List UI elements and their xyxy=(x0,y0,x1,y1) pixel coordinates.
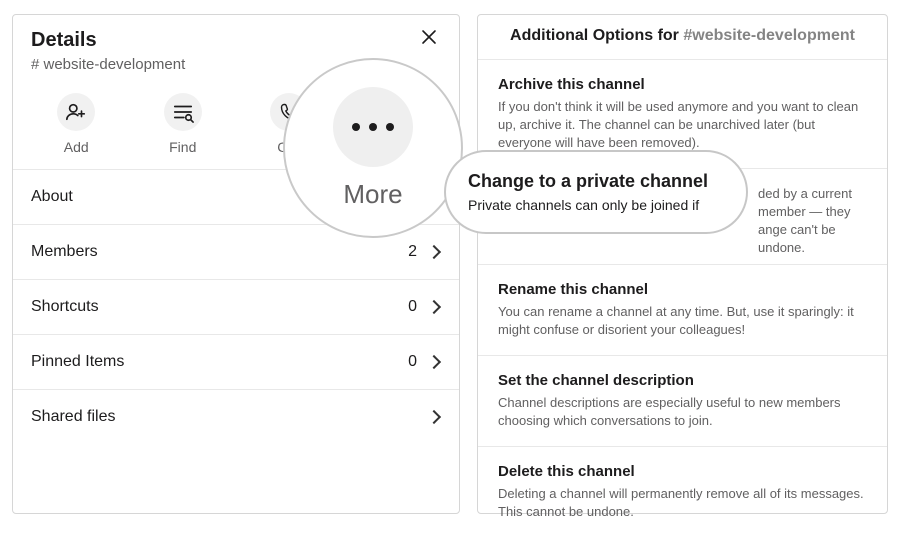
rename-desc: You can rename a channel at any time. Bu… xyxy=(498,303,867,339)
chevron-right-icon xyxy=(427,300,441,314)
pinned-count: 0 xyxy=(408,353,417,371)
more-magnifier: More xyxy=(283,58,463,238)
private-highlight: Change to a private channel Private chan… xyxy=(444,150,748,234)
add-label: Add xyxy=(64,139,89,155)
delete-title: Delete this channel xyxy=(498,463,867,480)
find-list-icon xyxy=(164,93,202,131)
private-highlight-title: Change to a private channel xyxy=(468,171,724,192)
delete-desc: Deleting a channel will permanently remo… xyxy=(498,485,867,521)
chevron-right-icon xyxy=(427,410,441,424)
chevron-right-icon xyxy=(427,245,441,259)
shortcuts-label: Shortcuts xyxy=(31,298,99,316)
setdesc-desc: Channel descriptions are especially usef… xyxy=(498,394,867,430)
row-pinned[interactable]: Pinned Items 0 xyxy=(13,335,459,390)
chevron-right-icon xyxy=(427,355,441,369)
shortcuts-count: 0 xyxy=(408,298,417,316)
add-button[interactable]: Add xyxy=(57,93,95,155)
ellipsis-icon xyxy=(333,87,413,167)
pinned-label: Pinned Items xyxy=(31,353,124,371)
about-label: About xyxy=(31,188,73,206)
row-shortcuts[interactable]: Shortcuts 0 xyxy=(13,280,459,335)
details-title: Details xyxy=(31,29,97,52)
members-label: Members xyxy=(31,243,98,261)
rename-title: Rename this channel xyxy=(498,281,867,298)
members-count: 2 xyxy=(408,243,417,261)
row-shared-files[interactable]: Shared files xyxy=(13,390,459,444)
archive-title: Archive this channel xyxy=(498,76,867,93)
close-icon[interactable] xyxy=(421,29,441,49)
option-rename[interactable]: Rename this channel You can rename a cha… xyxy=(478,265,887,356)
magnifier-label: More xyxy=(343,179,402,210)
find-label: Find xyxy=(169,139,196,155)
find-button[interactable]: Find xyxy=(164,93,202,155)
additional-options-panel: Additional Options for #website-developm… xyxy=(477,14,888,514)
shared-files-label: Shared files xyxy=(31,408,116,426)
canvas: Details # website-development Add Find xyxy=(0,0,900,525)
options-title: Additional Options for #website-developm… xyxy=(478,15,887,60)
setdesc-title: Set the channel description xyxy=(498,372,867,389)
details-title-row: Details xyxy=(31,29,441,52)
private-highlight-desc: Private channels can only be joined if xyxy=(468,196,724,214)
option-set-description[interactable]: Set the channel description Channel desc… xyxy=(478,356,887,447)
person-add-icon xyxy=(57,93,95,131)
option-delete[interactable]: Delete this channel Deleting a channel w… xyxy=(478,447,887,536)
options-title-prefix: Additional Options for xyxy=(510,27,683,44)
options-title-channel: #website-development xyxy=(683,27,855,44)
archive-desc: If you don't think it will be used anymo… xyxy=(498,98,867,152)
